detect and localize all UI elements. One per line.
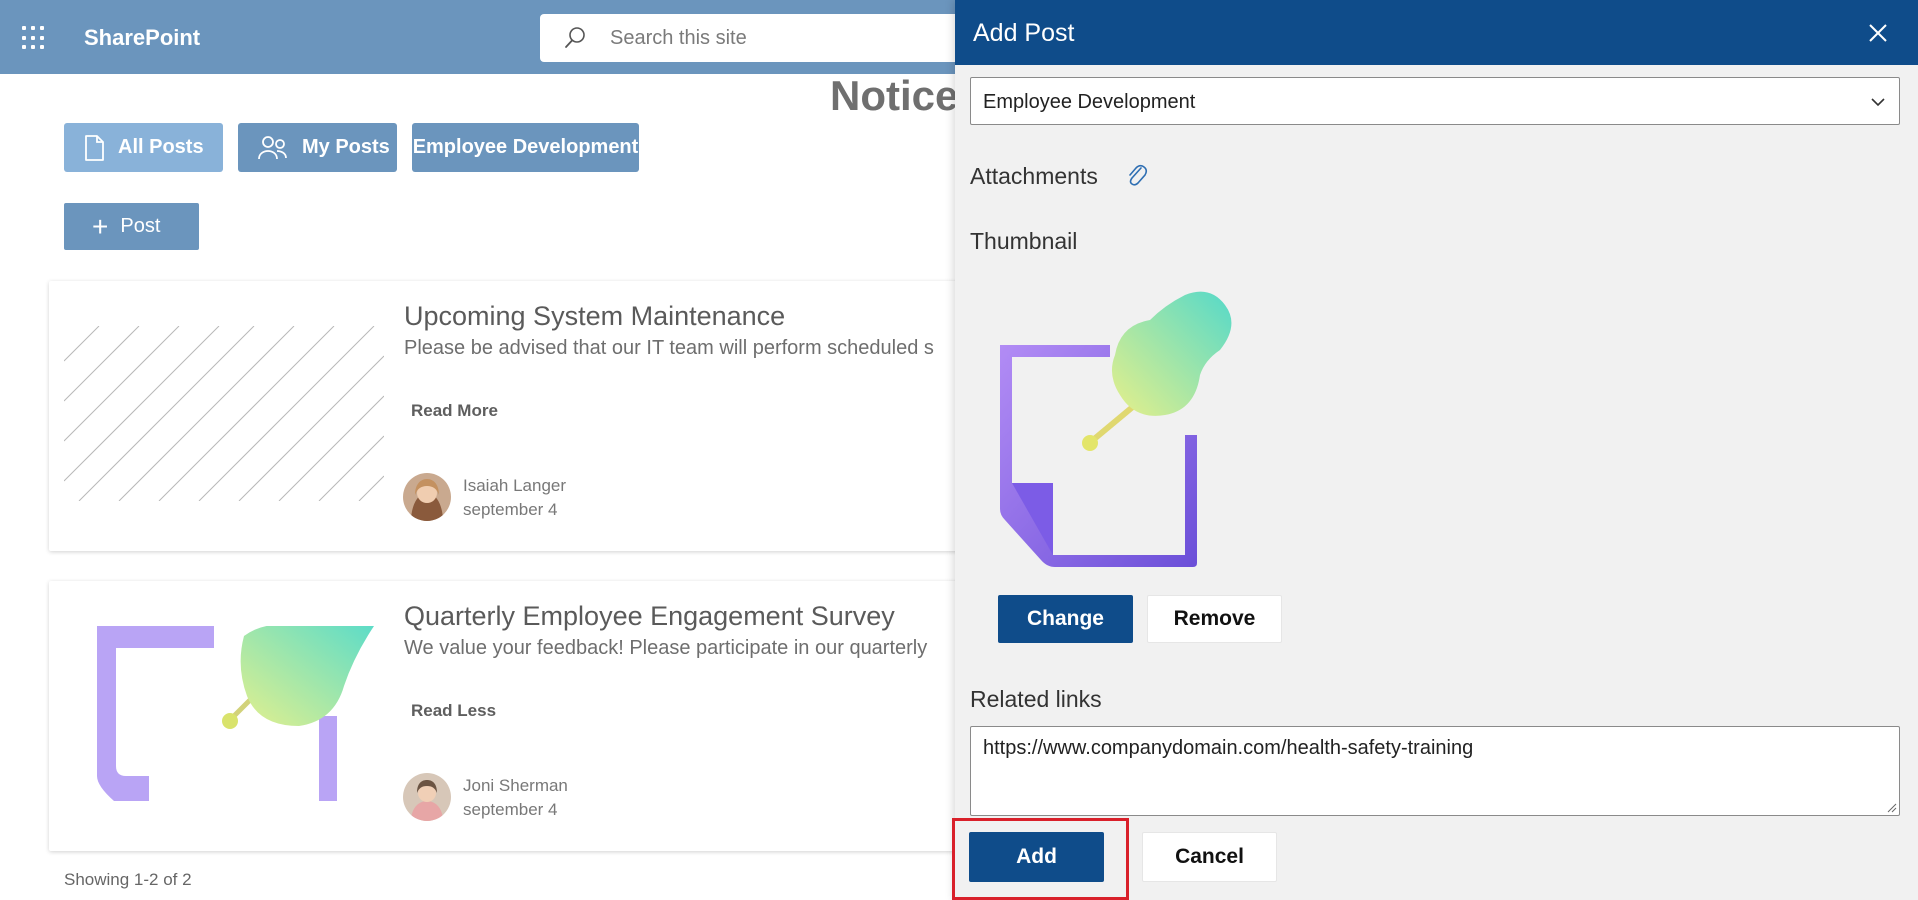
page-title: Notice	[830, 72, 959, 119]
post-card[interactable]: Upcoming System Maintenance Please be ad…	[49, 281, 999, 551]
filter-my-posts-button[interactable]: My Posts	[238, 123, 397, 172]
filter-employee-development-button[interactable]: Employee Development	[412, 123, 639, 172]
close-icon[interactable]	[1865, 20, 1891, 46]
resize-handle-icon[interactable]	[1885, 801, 1897, 813]
thumbnail-label: Thumbnail	[970, 228, 1078, 254]
search-input[interactable]	[610, 24, 940, 52]
post-title[interactable]: Upcoming System Maintenance	[404, 301, 785, 332]
cancel-button-label: Cancel	[1175, 845, 1244, 868]
add-button[interactable]: Add	[969, 832, 1104, 882]
filter-all-posts-button[interactable]: All Posts	[64, 123, 223, 172]
post-title[interactable]: Quarterly Employee Engagement Survey	[404, 601, 895, 632]
avatar	[403, 773, 451, 821]
pagination-status: Showing 1-2 of 2	[64, 870, 192, 889]
post-date: september 4	[463, 500, 558, 519]
app-launcher-icon[interactable]	[22, 26, 46, 50]
post-date: september 4	[463, 800, 558, 819]
related-links-value: https://www.companydomain.com/health-saf…	[983, 737, 1474, 759]
post-placeholder-image	[64, 326, 384, 501]
add-post-panel: Add Post Employee Development Attachment…	[955, 0, 1918, 900]
panel-title: Add Post	[973, 19, 1075, 47]
related-links-textarea[interactable]: https://www.companydomain.com/health-saf…	[970, 726, 1900, 816]
app-name[interactable]: SharePoint	[84, 25, 200, 51]
post-author: Isaiah Langer	[463, 476, 567, 495]
add-button-label: Add	[1016, 845, 1057, 868]
post-author: Joni Sherman	[463, 776, 568, 795]
chevron-down-icon	[1871, 98, 1885, 107]
attachments-label: Attachments	[970, 163, 1098, 189]
post-card[interactable]: Quarterly Employee Engagement Survey We …	[49, 581, 999, 851]
people-icon	[258, 135, 288, 161]
plus-icon: +	[92, 210, 109, 242]
filter-my-posts-label: My Posts	[302, 136, 390, 158]
read-less-link[interactable]: Read Less	[411, 701, 496, 721]
post-description: We value your feedback! Please participa…	[404, 637, 928, 659]
paperclip-icon[interactable]	[1126, 162, 1148, 193]
post-thumbnail-image	[64, 626, 384, 801]
avatar	[403, 473, 451, 521]
new-post-button[interactable]: + Post	[64, 203, 199, 250]
sharepoint-page: SharePoint Notice All Posts My Posts Emp…	[0, 0, 1918, 900]
new-post-label: Post	[120, 215, 161, 237]
post-description: Please be advised that our IT team will …	[404, 337, 934, 359]
panel-header: Add Post	[955, 0, 1918, 65]
change-thumbnail-button[interactable]: Change	[998, 595, 1133, 643]
remove-thumbnail-label: Remove	[1173, 607, 1256, 630]
pushpin-note-icon	[975, 285, 1245, 575]
search-box[interactable]	[540, 14, 980, 62]
cancel-button[interactable]: Cancel	[1142, 832, 1277, 882]
remove-thumbnail-button[interactable]: Remove	[1147, 595, 1282, 643]
change-thumbnail-label: Change	[1026, 607, 1104, 630]
related-links-label: Related links	[970, 686, 1102, 712]
filter-all-posts-label: All Posts	[118, 136, 204, 158]
category-dropdown[interactable]: Employee Development	[970, 77, 1900, 125]
read-more-link[interactable]: Read More	[411, 401, 498, 421]
search-icon	[565, 27, 585, 48]
document-icon	[84, 134, 104, 161]
category-selected-value: Employee Development	[983, 91, 1196, 113]
filter-employee-development-label: Employee Development	[412, 136, 639, 158]
